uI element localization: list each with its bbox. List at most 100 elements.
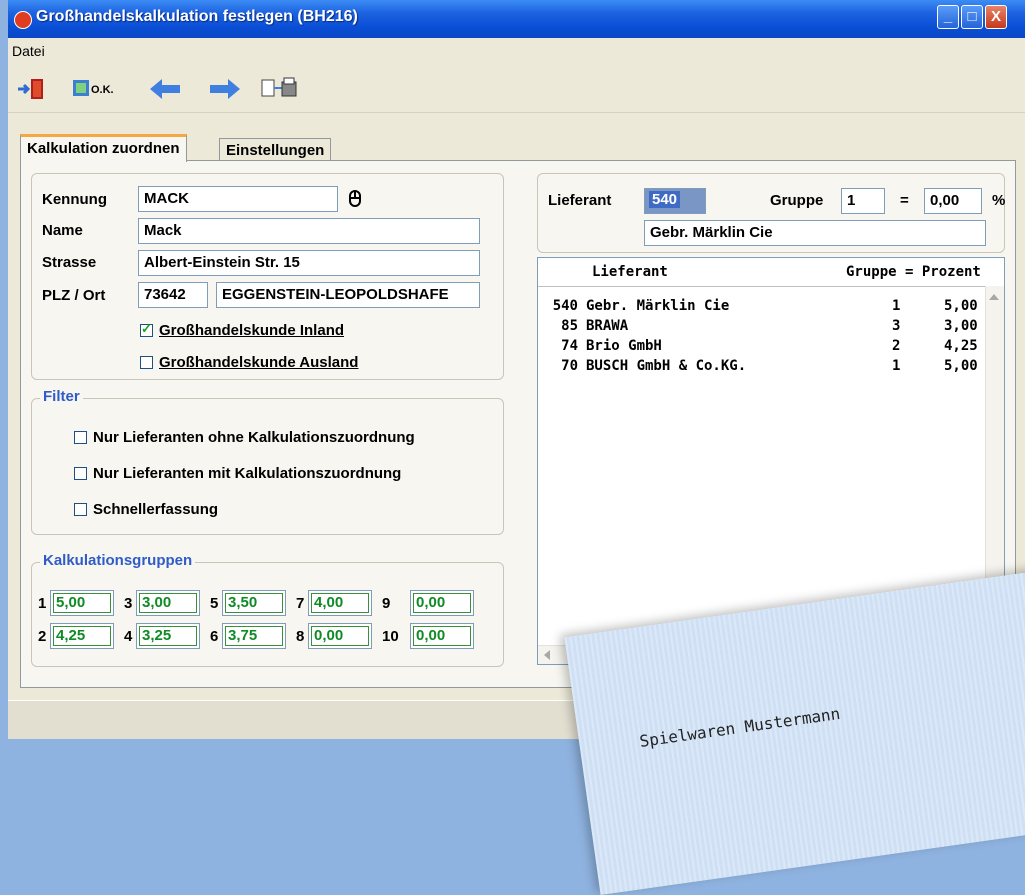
kg-num: 1: [38, 595, 47, 612]
kg-value[interactable]: 3,25: [136, 623, 200, 649]
lieferant-nr-field[interactable]: 540: [644, 188, 706, 214]
plz-field[interactable]: 73642: [138, 282, 208, 308]
row-gruppe: 1: [892, 358, 901, 374]
list-row[interactable]: 70 BUSCH GmbH & Co.KG. 1 5,00: [538, 358, 988, 378]
tab-einstellungen[interactable]: Einstellungen: [219, 138, 332, 162]
kg-num: 6: [210, 628, 219, 645]
kg-value[interactable]: 4,00: [308, 590, 372, 616]
window-title: Großhandelskalkulation festlegen (BH216): [36, 8, 358, 25]
arrow-right-icon[interactable]: [208, 76, 242, 102]
list-header: Lieferant Gruppe = Prozent: [538, 258, 1004, 287]
list-row[interactable]: 85 BRAWA 3 3,00: [538, 318, 988, 338]
kg-value[interactable]: 5,00: [50, 590, 114, 616]
row-name: Brio GmbH: [586, 338, 662, 354]
scroll-left-icon[interactable]: [544, 650, 550, 660]
kg-value[interactable]: 0,00: [410, 623, 474, 649]
plz-ort-label: PLZ / Ort: [42, 287, 106, 304]
kg-num: 5: [210, 595, 219, 612]
percent-sign: %: [992, 192, 1006, 209]
inland-checkbox-row[interactable]: Großhandelskunde Inland: [140, 321, 344, 339]
filter-ohne-row[interactable]: Nur Lieferanten ohne Kalkulationszuordnu…: [74, 429, 415, 446]
kg-num: 7: [296, 595, 305, 612]
inland-checkbox[interactable]: [140, 321, 153, 337]
app-icon: [14, 11, 32, 29]
kg-num: 3: [124, 595, 133, 612]
tab-kalkulation-zuordnen[interactable]: Kalkulation zuordnen: [20, 134, 187, 162]
row-gruppe: 2: [892, 338, 901, 354]
row-prozent: 5,00: [944, 358, 978, 374]
row-gruppe: 3: [892, 318, 901, 334]
row-name: BUSCH GmbH & Co.KG.: [586, 358, 747, 374]
list-row[interactable]: 540 Gebr. Märklin Cie 1 5,00: [538, 298, 988, 318]
schnellerfassung-row[interactable]: Schnellerfassung: [74, 501, 218, 518]
gruppe-label: Gruppe: [770, 192, 824, 209]
menu-bar: Datei: [8, 38, 1025, 64]
ausland-checkbox-row[interactable]: Großhandelskunde Ausland: [140, 354, 358, 371]
equals-sign: =: [900, 192, 909, 209]
name-label: Name: [42, 222, 83, 239]
kennung-field[interactable]: MACK: [138, 186, 338, 212]
schnellerfassung-label: Schnellerfassung: [93, 501, 219, 518]
row-name: BRAWA: [586, 318, 629, 334]
filter-mit-row[interactable]: Nur Lieferanten mit Kalkulationszuordnun…: [74, 465, 401, 482]
minimize-button[interactable]: _: [937, 5, 959, 29]
close-button[interactable]: X: [985, 5, 1007, 29]
kennung-label: Kennung: [42, 191, 107, 208]
kg-value[interactable]: 4,25: [50, 623, 114, 649]
kg-num: 10: [382, 628, 399, 645]
arrow-left-icon[interactable]: [148, 76, 182, 102]
print-icon[interactable]: [260, 76, 300, 102]
kalkulationsgruppen-group: Kalkulationsgruppen 1 5,00 3 3,00 5 3,50…: [31, 552, 504, 667]
row-prozent: 5,00: [944, 298, 978, 314]
exit-icon[interactable]: [16, 76, 50, 102]
filter-legend: Filter: [40, 388, 83, 405]
kg-value[interactable]: 3,00: [136, 590, 200, 616]
title-bar: Großhandelskalkulation festlegen (BH216)…: [8, 0, 1025, 38]
header-gruppe-prozent[interactable]: Gruppe = Prozent: [846, 264, 981, 280]
list-row[interactable]: 74 Brio GmbH 2 4,25: [538, 338, 988, 358]
kg-value[interactable]: 0,00: [308, 623, 372, 649]
filter-mit-label: Nur Lieferanten mit Kalkulationszuordnun…: [93, 465, 402, 482]
filter-ohne-label: Nur Lieferanten ohne Kalkulationszuordnu…: [93, 429, 415, 446]
ok-icon: [73, 80, 89, 96]
row-prozent: 3,00: [944, 318, 978, 334]
ok-button[interactable]: O.K.: [72, 76, 120, 102]
name-field[interactable]: Mack: [138, 218, 480, 244]
kg-num: 9: [382, 595, 391, 612]
lieferant-label: Lieferant: [548, 192, 612, 209]
strasse-field[interactable]: Albert-Einstein Str. 15: [138, 250, 480, 276]
schnellerfassung-checkbox[interactable]: [74, 503, 87, 516]
scroll-up-icon[interactable]: [989, 294, 999, 300]
toolbar: O.K.: [8, 64, 1025, 113]
ausland-label: Großhandelskunde Ausland: [159, 354, 359, 371]
strasse-label: Strasse: [42, 254, 97, 271]
ort-field[interactable]: EGGENSTEIN-LEOPOLDSHAFE: [216, 282, 480, 308]
header-lieferant[interactable]: Lieferant: [592, 264, 668, 280]
filter-mit-checkbox[interactable]: [74, 467, 87, 480]
maximize-button[interactable]: □: [961, 5, 983, 29]
kg-num: 4: [124, 628, 133, 645]
kg-value[interactable]: 3,75: [222, 623, 286, 649]
ausland-checkbox[interactable]: [140, 356, 153, 369]
row-nr: 74: [561, 338, 578, 354]
filter-ohne-checkbox[interactable]: [74, 431, 87, 444]
kg-num: 8: [296, 628, 305, 645]
row-nr: 85: [561, 318, 578, 334]
kg-value[interactable]: 3,50: [222, 590, 286, 616]
prozent-field[interactable]: 0,00: [924, 188, 982, 214]
row-gruppe: 1: [892, 298, 901, 314]
row-nr: 540: [552, 298, 578, 314]
lieferant-name-field[interactable]: Gebr. Märklin Cie: [644, 220, 986, 246]
kg-value[interactable]: 0,00: [410, 590, 474, 616]
kalkulationsgruppen-legend: Kalkulationsgruppen: [40, 552, 196, 569]
row-name: Gebr. Märklin Cie: [586, 298, 730, 314]
menu-datei[interactable]: Datei: [12, 43, 45, 59]
row-prozent: 4,25: [944, 338, 978, 354]
lieferant-group: Lieferant 540 Gruppe 1 = 0,00 % Gebr. Mä…: [537, 173, 1005, 253]
customer-group: Kennung MACK Name Mack Strasse Albert-Ei…: [31, 173, 504, 380]
gruppe-field[interactable]: 1: [841, 188, 885, 214]
kg-num: 2: [38, 628, 47, 645]
row-nr: 70: [561, 358, 578, 374]
filter-group: Filter Nur Lieferanten ohne Kalkulations…: [31, 388, 504, 535]
mouse-icon[interactable]: [348, 188, 362, 208]
